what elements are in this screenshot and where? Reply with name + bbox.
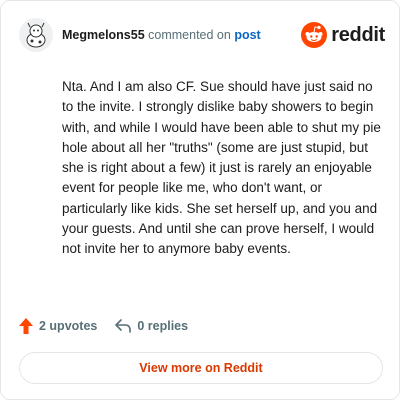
replies-count: 0 replies (137, 319, 189, 333)
reddit-wordmark: reddit (331, 23, 385, 46)
byline-verb: commented on (148, 28, 231, 42)
replies-action[interactable]: 0 replies (115, 319, 188, 333)
comment-body: Nta. And I am also CF. Sue should have j… (62, 79, 381, 257)
avatar[interactable] (19, 18, 53, 52)
post-link[interactable]: post (234, 28, 260, 42)
byline: Megmelons55 commented on post (62, 28, 261, 42)
comment-actions: 2 upvotes 0 replies (19, 318, 188, 334)
comment-embed-card: Megmelons55 commented on post reddit Nta… (0, 0, 400, 400)
author-name[interactable]: Megmelons55 (62, 28, 145, 42)
upvote-arrow-icon (19, 318, 33, 334)
upvotes-count: 2 upvotes (39, 319, 98, 333)
avatar-icon (19, 18, 53, 52)
view-more-button[interactable]: View more on Reddit (19, 352, 383, 384)
comment-header: Megmelons55 commented on post reddit (19, 15, 385, 55)
reddit-logo-icon (301, 22, 328, 48)
reply-icon (115, 319, 132, 333)
upvotes-action[interactable]: 2 upvotes (19, 318, 97, 334)
reddit-logo[interactable]: reddit (301, 22, 385, 48)
